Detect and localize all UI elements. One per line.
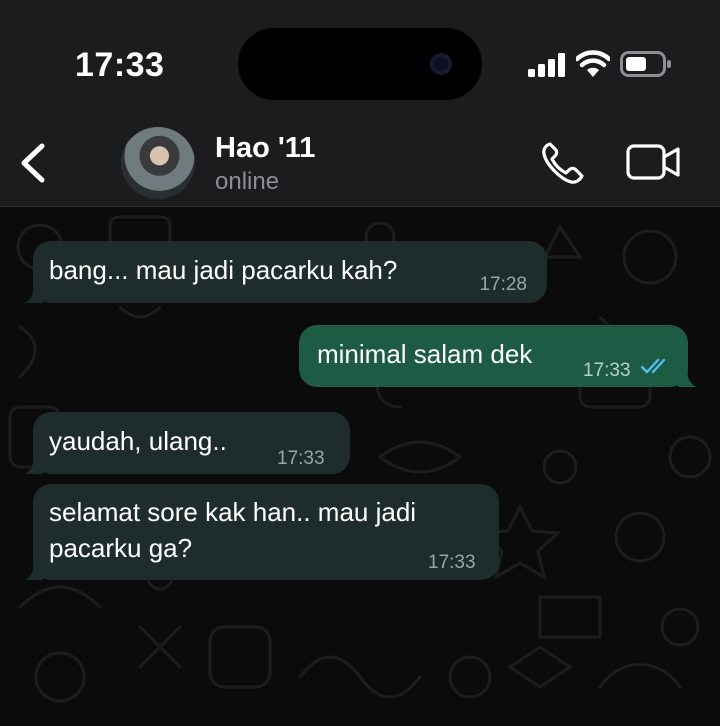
message-time: 17:28 — [479, 274, 527, 295]
contact-avatar[interactable] — [121, 127, 195, 199]
wifi-icon — [576, 50, 610, 77]
message-incoming[interactable]: bang... mau jadi pacarku kah? 17:28 — [25, 241, 547, 303]
message-text: yaudah, ulang.. — [49, 426, 227, 456]
battery-icon — [620, 51, 671, 77]
double-check-icon — [641, 358, 666, 374]
chat-area[interactable]: bang... mau jadi pacarku kah? 17:28 mini… — [0, 207, 720, 726]
back-chevron-icon[interactable] — [14, 138, 50, 188]
message-time: 17:33 — [428, 552, 476, 573]
bubble-tail — [678, 369, 696, 387]
bubble-tail — [25, 456, 43, 474]
status-bar: 17:33 — [0, 0, 720, 120]
message-time: 17:33 — [277, 448, 325, 469]
bubble-tail — [25, 285, 43, 303]
message-text-line: selamat sore kak han.. mau jadi — [49, 497, 417, 527]
video-camera-icon[interactable] — [626, 144, 680, 180]
contact-name[interactable]: Hao '11 — [215, 132, 315, 165]
bubble-tail — [25, 562, 43, 580]
phone-icon[interactable] — [540, 140, 586, 186]
message-time: 17:33 — [583, 360, 631, 381]
chat-header: Hao '11 online — [0, 120, 720, 207]
message-text: minimal salam dek — [317, 339, 533, 369]
message-text-line: pacarku ga? — [49, 533, 193, 563]
signal-icon — [528, 53, 565, 77]
message-text: bang... mau jadi pacarku kah? — [49, 255, 398, 285]
message-outgoing[interactable]: minimal salam dek 17:33 — [299, 325, 696, 387]
dynamic-island — [238, 28, 482, 100]
message-incoming[interactable]: yaudah, ulang.. 17:33 — [25, 412, 350, 474]
status-time: 17:33 — [75, 46, 165, 84]
front-camera — [430, 53, 452, 75]
contact-status: online — [215, 168, 280, 195]
message-incoming[interactable]: selamat sore kak han.. mau jadi pacarku … — [25, 484, 499, 580]
